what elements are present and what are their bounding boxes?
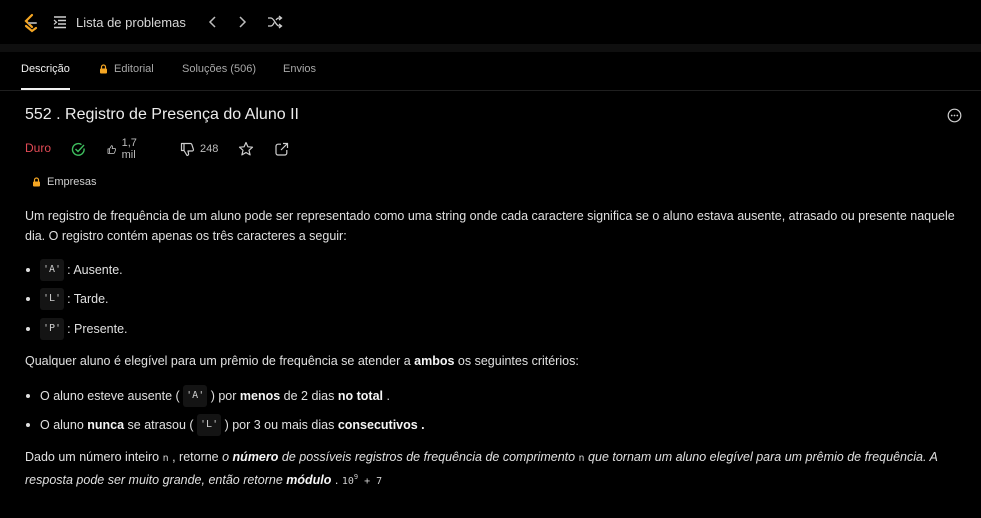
crit2-text-b: se atrasou ( <box>124 418 198 432</box>
criteria-intro-text: Qualquer aluno é elegível para um prêmio… <box>25 354 415 368</box>
final-bold-2: módulo <box>286 473 332 488</box>
code-char-p: 'P' <box>40 318 65 340</box>
companies-tag-label: Empresas <box>47 176 97 188</box>
crit1-bold-1: menos <box>239 389 281 403</box>
criteria-intro-bold: ambos <box>414 354 455 368</box>
final-text-c: o <box>222 450 233 464</box>
criteria-intro: Qualquer aluno é elegível para um prêmio… <box>25 351 579 371</box>
final-paragraph-line-2: resposta pode ser muito grande, então re… <box>25 467 382 492</box>
final-bold-1: número <box>232 450 279 464</box>
final-text-a: Dado um número inteiro <box>25 450 163 464</box>
final-text-b: , retorne <box>168 450 223 464</box>
list-item: O aluno esteve ausente ( 'A' ) por menos… <box>25 385 390 407</box>
dislike-count: 248 <box>200 143 219 155</box>
intro-line-2: dia. O registro contém apenas os três ca… <box>25 229 347 243</box>
crit1-bold-2: no total <box>337 389 383 403</box>
crit1-text-b: ) por <box>207 389 240 403</box>
char-l-text: : Tarde. <box>67 292 109 306</box>
star-icon <box>238 141 254 156</box>
thumbs-up-icon <box>107 144 116 154</box>
check-circle-icon <box>71 142 85 156</box>
lock-icon <box>33 177 40 187</box>
prev-problem-button[interactable] <box>204 13 222 31</box>
tab-editorial-label: Editorial <box>114 63 154 75</box>
chevron-right-icon <box>239 16 247 28</box>
bullet-dot <box>26 268 30 272</box>
crit1-text-d: . <box>383 389 390 403</box>
list-item: O aluno nunca se atrasou ( 'L' ) por 3 o… <box>25 414 425 436</box>
like-button[interactable]: 1,7 mil <box>107 137 142 161</box>
final-text-e: que tornam um aluno elegível para um prê… <box>584 450 938 464</box>
code-char-l: 'L' <box>40 288 65 310</box>
intro-line-1: Um registro de frequência de um aluno po… <box>25 209 955 223</box>
modulo-tail: + 7 <box>358 476 383 488</box>
problem-title: 552 . Registro de Presença do Aluno II <box>25 106 299 123</box>
list-item: 'L' : Tarde. <box>25 288 109 310</box>
solved-status <box>71 140 91 158</box>
shuffle-icon <box>268 15 283 29</box>
leetcode-logo-icon[interactable] <box>22 13 40 33</box>
lock-icon <box>100 64 107 74</box>
chevron-left-icon <box>208 16 216 28</box>
problem-list-label: Lista de problemas <box>76 14 186 30</box>
crit1-text-c: de 2 dias <box>280 389 338 403</box>
tab-description[interactable]: Descrição <box>21 62 70 76</box>
crit2-text-a: O aluno <box>40 418 88 432</box>
crit2-bold-2: consecutivos . <box>337 418 425 432</box>
dislike-button[interactable]: 248 <box>180 140 218 158</box>
tab-bar: Descrição Editorial Soluções (506) Envio… <box>0 52 981 91</box>
description-panel: Descrição Editorial Soluções (506) Envio… <box>0 52 981 518</box>
char-a-text: : Ausente. <box>67 263 123 277</box>
favorite-button[interactable] <box>238 140 259 158</box>
bullet-dot <box>26 297 30 301</box>
bullet-dot <box>26 394 30 398</box>
problem-list-button[interactable]: Lista de problemas <box>53 12 186 32</box>
list-icon <box>53 16 66 29</box>
toolbar-divider <box>0 44 981 52</box>
final-paragraph-line-1: Dado um número inteiro n , retorne o núm… <box>25 447 938 469</box>
tab-solutions-label: Soluções (506) <box>182 63 256 75</box>
crit2-bold-1: nunca <box>87 418 125 432</box>
like-count: 1,7 mil <box>121 137 137 161</box>
difficulty-badge: Duro <box>25 141 52 155</box>
final-text-g: . <box>331 473 342 488</box>
final-text-f: resposta pode ser muito grande, então re… <box>25 473 287 488</box>
companies-tag[interactable]: Empresas <box>25 172 104 192</box>
crit2-text-c: ) por 3 ou mais dias <box>221 418 338 432</box>
next-problem-button[interactable] <box>233 13 251 31</box>
tab-solutions[interactable]: Soluções (506) <box>182 62 256 76</box>
active-tab-indicator <box>21 88 70 90</box>
code-char-a: 'A' <box>40 259 65 281</box>
bullet-dot <box>26 423 30 427</box>
char-p-text: : Presente. <box>67 322 128 336</box>
more-options-icon[interactable] <box>947 108 962 123</box>
modulo-base: 10 <box>341 476 354 488</box>
crit1-text-a: O aluno esteve ausente ( <box>40 389 184 403</box>
list-item: 'A' : Ausente. <box>25 259 123 281</box>
bullet-dot <box>26 327 30 331</box>
list-item: 'P' : Presente. <box>25 318 128 340</box>
top-bar: Lista de problemas <box>0 0 981 44</box>
criteria-intro-tail: os seguintes critérios: <box>454 354 579 368</box>
crit1-code: 'A' <box>183 385 208 407</box>
random-problem-button[interactable] <box>266 13 284 31</box>
tab-submissions-label: Envios <box>283 63 317 75</box>
tab-editorial[interactable]: Editorial <box>99 62 154 76</box>
thumbs-down-icon <box>180 142 195 156</box>
tab-submissions[interactable]: Envios <box>283 62 316 76</box>
crit2-code: 'L' <box>197 414 222 436</box>
share-icon <box>275 142 289 156</box>
tab-description-label: Descrição <box>21 63 70 75</box>
final-text-d: de possíveis registros de frequência de … <box>278 450 579 464</box>
share-button[interactable] <box>274 140 294 158</box>
